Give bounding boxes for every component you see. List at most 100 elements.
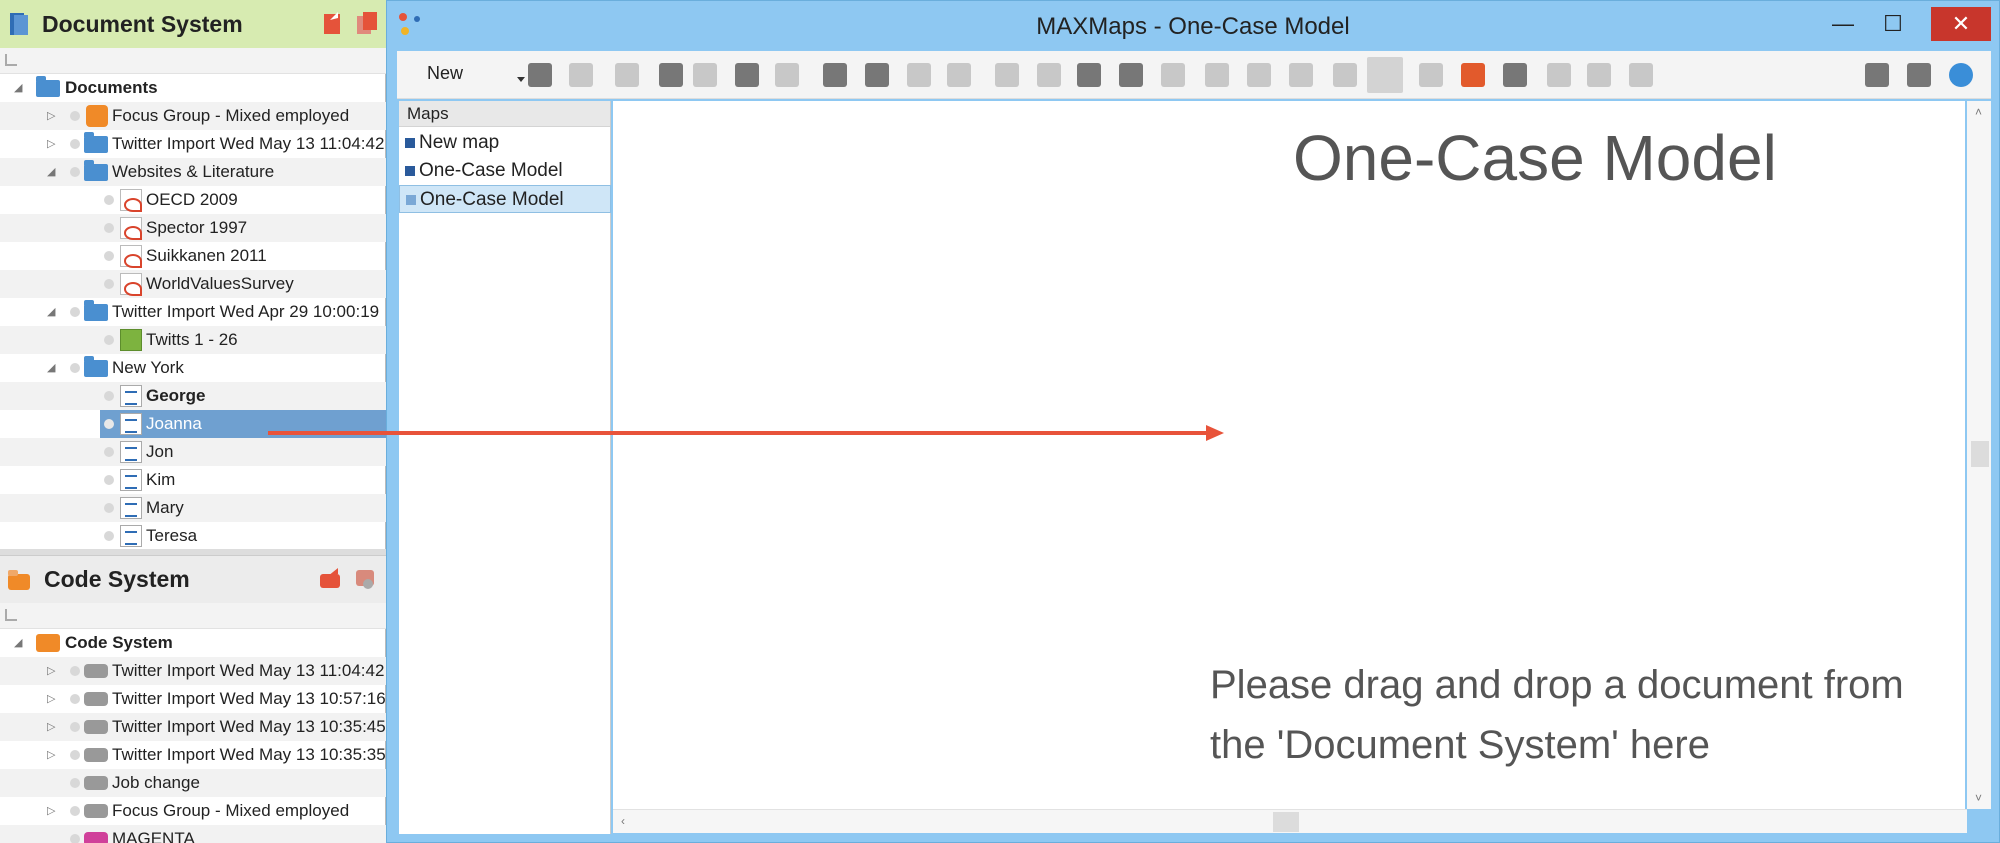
activate-codes-icon[interactable] [318, 566, 342, 592]
layers-icon[interactable] [1547, 63, 1571, 87]
tree-row[interactable]: WorldValuesSurvey [0, 270, 386, 298]
tree-row[interactable]: ◢ Twitter Import Wed Apr 29 10:00:19 [0, 298, 386, 326]
object-settings-icon[interactable] [775, 63, 799, 87]
copy-documents-icon[interactable] [355, 10, 379, 36]
tree-icon[interactable] [5, 54, 17, 66]
tree-row[interactable]: ▷ Focus Group - Mixed employed [0, 102, 386, 130]
undo-icon[interactable] [1161, 63, 1185, 87]
code-system-title: Code System [44, 566, 190, 592]
tree-row[interactable]: OECD 2009 [0, 186, 386, 214]
map-list-item[interactable]: One-Case Model [399, 157, 611, 185]
tree-row-label: MAGENTA [112, 829, 195, 843]
scroll-down-icon[interactable]: ˅ [1975, 791, 1982, 805]
add-object-icon[interactable] [615, 63, 639, 87]
collapse-icon[interactable]: ◢ [47, 306, 59, 318]
tree-row[interactable]: ▷ Twitter Import Wed May 13 11:04:42 [0, 130, 386, 158]
text-doc-icon [120, 469, 142, 491]
focus-group-icon [86, 105, 108, 127]
vertical-scrollbar[interactable]: ˄ ˅ [1967, 101, 1991, 809]
collapse-icon[interactable]: ◢ [14, 637, 26, 649]
tree-row-label: Focus Group - Mixed employed [112, 801, 350, 820]
maximize-button[interactable]: ☐ [1871, 7, 1915, 41]
close-button[interactable]: ✕ [1931, 7, 1991, 41]
tree-row[interactable]: George [0, 382, 386, 410]
document-system-title: Document System [42, 10, 243, 37]
link-icon[interactable] [995, 63, 1019, 87]
display-mode-icon[interactable] [1367, 57, 1403, 93]
tree-row[interactable]: ▷ Focus Group - Mixed employed [0, 797, 386, 825]
activate-documents-icon[interactable] [322, 10, 346, 36]
tree-row[interactable]: ▷ Twitter Import Wed May 13 10:35:45 [0, 713, 386, 741]
status-dot [104, 447, 114, 457]
tree-row[interactable]: Kim [0, 466, 386, 494]
select-area-icon[interactable] [823, 63, 847, 87]
collapse-icon[interactable]: ◢ [14, 82, 26, 94]
tree-row-documents[interactable]: ◢ Documents [0, 74, 386, 102]
tree-row[interactable]: Suikkanen 2011 [0, 242, 386, 270]
expand-icon[interactable]: ▷ [47, 110, 59, 122]
remove-object-icon[interactable] [735, 63, 759, 87]
tree-row[interactable]: ◢ New York [0, 354, 386, 382]
zoom-out-icon[interactable] [1247, 63, 1271, 87]
tree-row-label: Twitts 1 - 26 [146, 330, 238, 349]
expand-icon[interactable]: ▷ [47, 721, 59, 733]
tree-row[interactable]: ◢ Websites & Literature [0, 158, 386, 186]
expand-icon[interactable]: ▷ [47, 138, 59, 150]
list-icon[interactable] [1503, 63, 1527, 87]
tree-row[interactable]: MAGENTA [0, 825, 386, 843]
print-icon[interactable] [1907, 63, 1931, 87]
paste-icon[interactable] [1119, 63, 1143, 87]
tree-row[interactable]: Teresa [0, 522, 386, 550]
document-tree: ◢ Documents ▷ Focus Group - Mixed employ… [0, 74, 386, 550]
copy-icon[interactable] [1077, 63, 1101, 87]
tree-row-label: New York [112, 358, 184, 377]
tree-row[interactable]: Job change [0, 769, 386, 797]
add-image-icon[interactable] [659, 63, 683, 87]
horizontal-scrollbar[interactable]: ‹ [613, 809, 1967, 833]
tree-row-code-system[interactable]: ◢ Code System [0, 629, 386, 657]
fit-to-screen-icon[interactable] [1333, 63, 1357, 87]
tree-icon[interactable] [5, 609, 17, 621]
expand-icon[interactable]: ▷ [47, 805, 59, 817]
info-icon[interactable] [1949, 63, 1973, 87]
bring-front-icon[interactable] [907, 63, 931, 87]
fit-width-icon[interactable] [569, 63, 593, 87]
collapse-icon[interactable]: ◢ [47, 362, 59, 374]
select-pointer-icon[interactable] [528, 63, 552, 87]
tree-row[interactable]: Mary [0, 494, 386, 522]
delete-layer-icon[interactable] [1629, 63, 1653, 87]
collapse-icon[interactable]: ◢ [47, 166, 59, 178]
gear-icon[interactable] [1865, 63, 1889, 87]
add-text-icon[interactable] [693, 63, 717, 87]
code-settings-icon[interactable] [354, 566, 378, 592]
map-list-item[interactable]: New map [399, 129, 611, 157]
map-list-item-selected[interactable]: One-Case Model [399, 185, 611, 213]
unlink-icon[interactable] [1037, 63, 1061, 87]
tree-row-label: Job change [112, 773, 200, 792]
tree-row[interactable]: Spector 1997 [0, 214, 386, 242]
tree-row[interactable]: Twitts 1 - 26 [0, 326, 386, 354]
zoom-in-icon[interactable] [1205, 63, 1229, 87]
expand-icon[interactable]: ▷ [47, 665, 59, 677]
tree-row[interactable]: ▷ Twitter Import Wed May 13 10:57:16 [0, 685, 386, 713]
new-layer-icon[interactable] [1587, 63, 1611, 87]
tree-row[interactable]: ▷ Twitter Import Wed May 13 10:35:35 [0, 741, 386, 769]
map-canvas[interactable]: One-Case Model Please drag and drop a do… [613, 101, 1965, 809]
scroll-left-icon[interactable]: ‹ [621, 814, 625, 828]
zoom-100-icon[interactable] [1289, 63, 1313, 87]
window-titlebar[interactable]: MAXMaps - One-Case Model — ☐ ✕ [387, 1, 1999, 51]
vertical-scroll-thumb[interactable] [1971, 441, 1989, 467]
refresh-icon[interactable] [1419, 63, 1443, 87]
export-icon[interactable] [1461, 63, 1485, 87]
horizontal-scroll-thumb[interactable] [1273, 812, 1299, 832]
expand-icon[interactable]: ▷ [47, 749, 59, 761]
delete-selection-icon[interactable] [865, 63, 889, 87]
tree-row[interactable]: ▷ Twitter Import Wed May 13 11:04:42 [0, 657, 386, 685]
expand-icon[interactable]: ▷ [47, 693, 59, 705]
new-map-button[interactable]: New [427, 63, 507, 89]
minimize-button[interactable]: — [1821, 7, 1865, 41]
tree-row[interactable]: Jon [0, 438, 386, 466]
chevron-down-icon[interactable] [517, 77, 525, 82]
scroll-up-icon[interactable]: ˄ [1975, 105, 1982, 119]
send-back-icon[interactable] [947, 63, 971, 87]
